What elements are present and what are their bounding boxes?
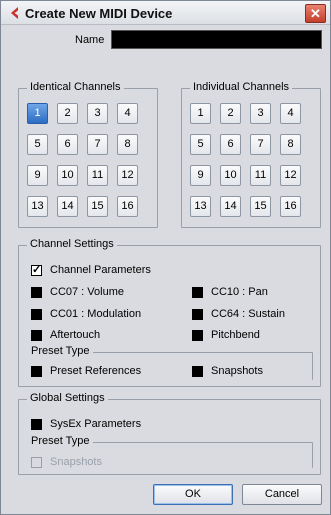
identical-channel-8-button[interactable]: 8 — [117, 134, 138, 155]
individual-channel-11-button[interactable]: 11 — [250, 165, 271, 186]
individual-channel-10-button[interactable]: 10 — [220, 165, 241, 186]
identical-channel-6-button[interactable]: 6 — [57, 134, 78, 155]
individual-channel-14-button[interactable]: 14 — [220, 196, 241, 217]
identical-channel-5-button[interactable]: 5 — [27, 134, 48, 155]
individual-channel-2-button[interactable]: 2 — [220, 103, 241, 124]
individual-channel-15-button[interactable]: 15 — [250, 196, 271, 217]
checkbox-label: CC10 : Pan — [211, 286, 268, 298]
checkbox-box — [31, 330, 42, 341]
individual-channel-16-button[interactable]: 16 — [280, 196, 301, 217]
identical-channel-14-button[interactable]: 14 — [57, 196, 78, 217]
checkbox-label: Pitchbend — [211, 329, 260, 341]
window-title: Create New MIDI Device — [25, 6, 173, 21]
individual-channel-1-button[interactable]: 1 — [190, 103, 211, 124]
checkbox-box — [31, 457, 42, 468]
individual-channel-3-button[interactable]: 3 — [250, 103, 271, 124]
checkbox-label: CC64 : Sustain — [211, 308, 285, 320]
create-midi-device-dialog: Create New MIDI Device ✕ Name Identical … — [0, 0, 331, 515]
individual-channel-8-button[interactable]: 8 — [280, 134, 301, 155]
identical-channel-4-button[interactable]: 4 — [117, 103, 138, 124]
cc01-modulation-checkbox[interactable]: CC01 : Modulation — [31, 308, 181, 322]
individual-channels-title: Individual Channels — [190, 81, 293, 93]
identical-channel-10-button[interactable]: 10 — [57, 165, 78, 186]
individual-channel-13-button[interactable]: 13 — [190, 196, 211, 217]
identical-channel-12-button[interactable]: 12 — [117, 165, 138, 186]
checkbox-box — [192, 287, 203, 298]
individual-channel-7-button[interactable]: 7 — [250, 134, 271, 155]
title-bar[interactable]: Create New MIDI Device ✕ — [1, 1, 330, 25]
identical-channel-9-button[interactable]: 9 — [27, 165, 48, 186]
pitchbend-checkbox[interactable]: Pitchbend — [192, 329, 312, 343]
global-snapshots-checkbox: Snapshots — [31, 456, 151, 470]
checkbox-label: Snapshots — [50, 456, 102, 468]
identical-channel-1-button[interactable]: 1 — [27, 103, 48, 124]
individual-channels-group: Individual Channels 1 2 3 4 5 6 7 8 9 10 11 12 13 14 1… — [181, 81, 321, 228]
checkbox-label: CC07 : Volume — [50, 286, 124, 298]
checkbox-label: CC01 : Modulation — [50, 308, 142, 320]
identical-channels-title: Identical Channels — [27, 81, 124, 93]
checkbox-label: SysEx Parameters — [50, 418, 142, 430]
identical-channel-11-button[interactable]: 11 — [87, 165, 108, 186]
individual-channel-6-button[interactable]: 6 — [220, 134, 241, 155]
aftertouch-checkbox[interactable]: Aftertouch — [31, 329, 151, 343]
identical-channel-3-button[interactable]: 3 — [87, 103, 108, 124]
channel-settings-title: Channel Settings — [27, 238, 117, 250]
individual-channel-5-button[interactable]: 5 — [190, 134, 211, 155]
global-preset-type-title: Preset Type — [28, 435, 93, 447]
identical-channel-2-button[interactable]: 2 — [57, 103, 78, 124]
checkbox-box — [31, 263, 42, 276]
channel-parameters-checkbox[interactable]: Channel Parameters — [31, 263, 191, 278]
checkbox-label: Aftertouch — [50, 329, 101, 341]
cc07-volume-checkbox[interactable]: CC07 : Volume — [31, 286, 171, 300]
checkbox-box — [31, 366, 42, 377]
cc10-pan-checkbox[interactable]: CC10 : Pan — [192, 286, 312, 300]
identical-channel-13-button[interactable]: 13 — [27, 196, 48, 217]
sysex-parameters-checkbox[interactable]: SysEx Parameters — [31, 418, 191, 432]
name-input[interactable] — [111, 30, 322, 49]
channel-preset-type-title: Preset Type — [28, 345, 93, 357]
individual-channel-9-button[interactable]: 9 — [190, 165, 211, 186]
cancel-button[interactable]: Cancel — [242, 484, 322, 505]
ok-button[interactable]: OK — [153, 484, 233, 505]
checkbox-label: Preset References — [50, 365, 142, 377]
checkbox-label: Snapshots — [211, 365, 263, 377]
name-label: Name — [75, 34, 105, 46]
checkbox-box — [31, 309, 42, 320]
checkbox-box — [192, 309, 203, 320]
identical-channels-group: Identical Channels 1 2 3 4 5 6 7 8 9 10 11 12 13 14 15… — [18, 81, 158, 228]
identical-channel-16-button[interactable]: 16 — [117, 196, 138, 217]
close-button[interactable]: ✕ — [305, 4, 326, 23]
cubase-logo-icon — [11, 7, 18, 19]
checkbox-label: Channel Parameters — [50, 264, 151, 276]
identical-channel-7-button[interactable]: 7 — [87, 134, 108, 155]
checkbox-box — [31, 287, 42, 298]
checkbox-box — [192, 330, 203, 341]
individual-channel-12-button[interactable]: 12 — [280, 165, 301, 186]
identical-channel-15-button[interactable]: 15 — [87, 196, 108, 217]
cc64-sustain-checkbox[interactable]: CC64 : Sustain — [192, 308, 312, 322]
global-settings-title: Global Settings — [27, 392, 108, 404]
preset-references-checkbox[interactable]: Preset References — [31, 365, 181, 379]
checkbox-box — [192, 366, 203, 377]
channel-snapshots-checkbox[interactable]: Snapshots — [192, 365, 312, 379]
checkbox-box — [31, 419, 42, 430]
individual-channel-4-button[interactable]: 4 — [280, 103, 301, 124]
